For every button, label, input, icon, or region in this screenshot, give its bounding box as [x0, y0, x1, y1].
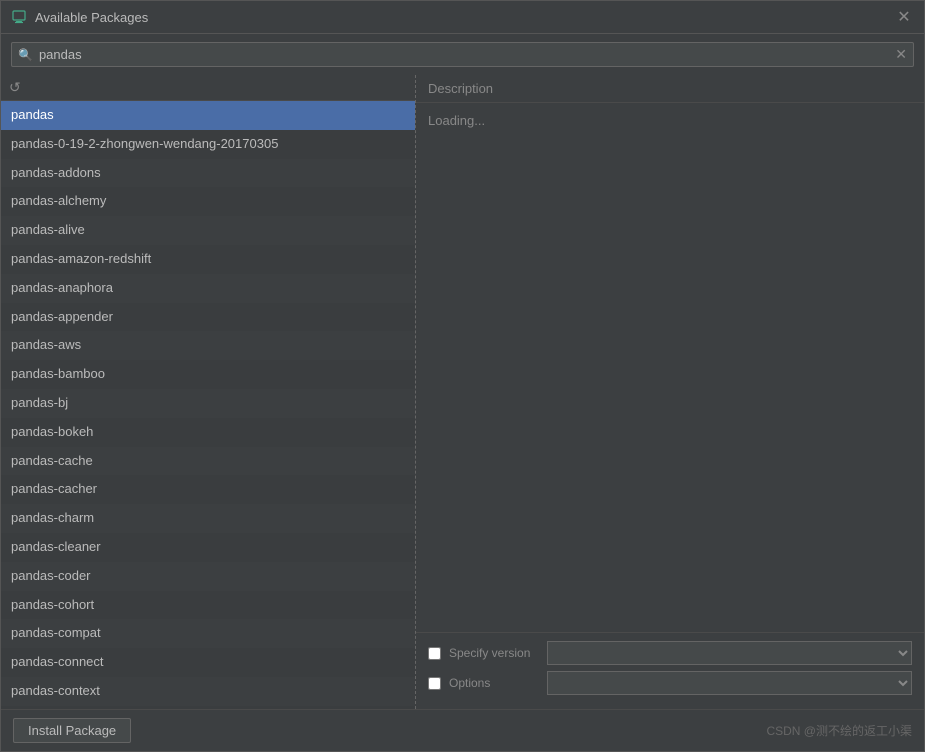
list-item[interactable]: pandas-bokeh — [1, 418, 415, 447]
list-item[interactable]: pandas-cache — [1, 447, 415, 476]
list-item[interactable]: pandas-alchemy — [1, 187, 415, 216]
main-content: ↺ pandaspandas-0-19-2-zhongwen-wendang-2… — [1, 75, 924, 709]
bottom-options: Specify version Options — [416, 632, 924, 709]
title-bar: Available Packages ✕ — [1, 1, 924, 34]
title-bar-left: Available Packages — [11, 9, 148, 25]
list-item[interactable]: pandas-bamboo — [1, 360, 415, 389]
specify-version-checkbox[interactable] — [428, 647, 441, 660]
list-item[interactable]: pandas-aws — [1, 331, 415, 360]
install-package-button[interactable]: Install Package — [13, 718, 131, 743]
search-icon: 🔍 — [18, 48, 33, 62]
window-title: Available Packages — [35, 10, 148, 25]
description-header: Description — [416, 75, 924, 103]
list-item[interactable]: pandas-0-19-2-zhongwen-wendang-20170305 — [1, 130, 415, 159]
search-input[interactable] — [39, 47, 895, 62]
close-button[interactable]: ✕ — [894, 7, 914, 27]
list-item[interactable]: pandas-coder — [1, 562, 415, 591]
options-checkbox[interactable] — [428, 677, 441, 690]
left-panel: ↺ pandaspandas-0-19-2-zhongwen-wendang-2… — [1, 75, 416, 709]
toolbar-row: ↺ — [1, 75, 415, 101]
search-bar: 🔍 ✕ — [1, 34, 924, 75]
list-item[interactable]: pandas-connect — [1, 648, 415, 677]
list-item[interactable]: pandas-context — [1, 677, 415, 706]
specify-version-row: Specify version — [428, 641, 912, 665]
list-item[interactable]: pandas-appender — [1, 303, 415, 332]
list-item[interactable]: pandas-cacher — [1, 475, 415, 504]
watermark: CSDN @测不绘的返工小渠 — [766, 722, 912, 739]
list-item[interactable]: pandas — [1, 101, 415, 130]
description-body: Loading... — [416, 103, 924, 632]
clear-search-icon[interactable]: ✕ — [895, 46, 907, 63]
right-panel: Description Loading... Specify version O… — [416, 75, 924, 709]
specify-version-select[interactable] — [547, 641, 912, 665]
specify-version-label: Specify version — [449, 646, 539, 660]
list-item[interactable]: pandas-amazon-redshift — [1, 245, 415, 274]
refresh-icon[interactable]: ↺ — [9, 79, 21, 95]
list-item[interactable]: pandas-anaphora — [1, 274, 415, 303]
pc-icon — [11, 9, 27, 25]
search-input-wrapper: 🔍 ✕ — [11, 42, 914, 67]
list-item[interactable]: pandas-bj — [1, 389, 415, 418]
list-item[interactable]: pandas-charm — [1, 504, 415, 533]
list-item[interactable]: pandas-compat — [1, 619, 415, 648]
list-item[interactable]: pandas-cleaner — [1, 533, 415, 562]
loading-text: Loading... — [428, 113, 485, 128]
options-row: Options — [428, 671, 912, 695]
available-packages-window: Available Packages ✕ 🔍 ✕ ↺ pandaspandas-… — [0, 0, 925, 752]
options-label: Options — [449, 676, 539, 690]
list-item[interactable]: pandas-alive — [1, 216, 415, 245]
options-select[interactable] — [547, 671, 912, 695]
list-item[interactable]: pandas-cohort — [1, 591, 415, 620]
package-list[interactable]: pandaspandas-0-19-2-zhongwen-wendang-201… — [1, 101, 415, 709]
list-item[interactable]: pandas-addons — [1, 159, 415, 188]
footer: Install Package CSDN @测不绘的返工小渠 — [1, 709, 924, 751]
